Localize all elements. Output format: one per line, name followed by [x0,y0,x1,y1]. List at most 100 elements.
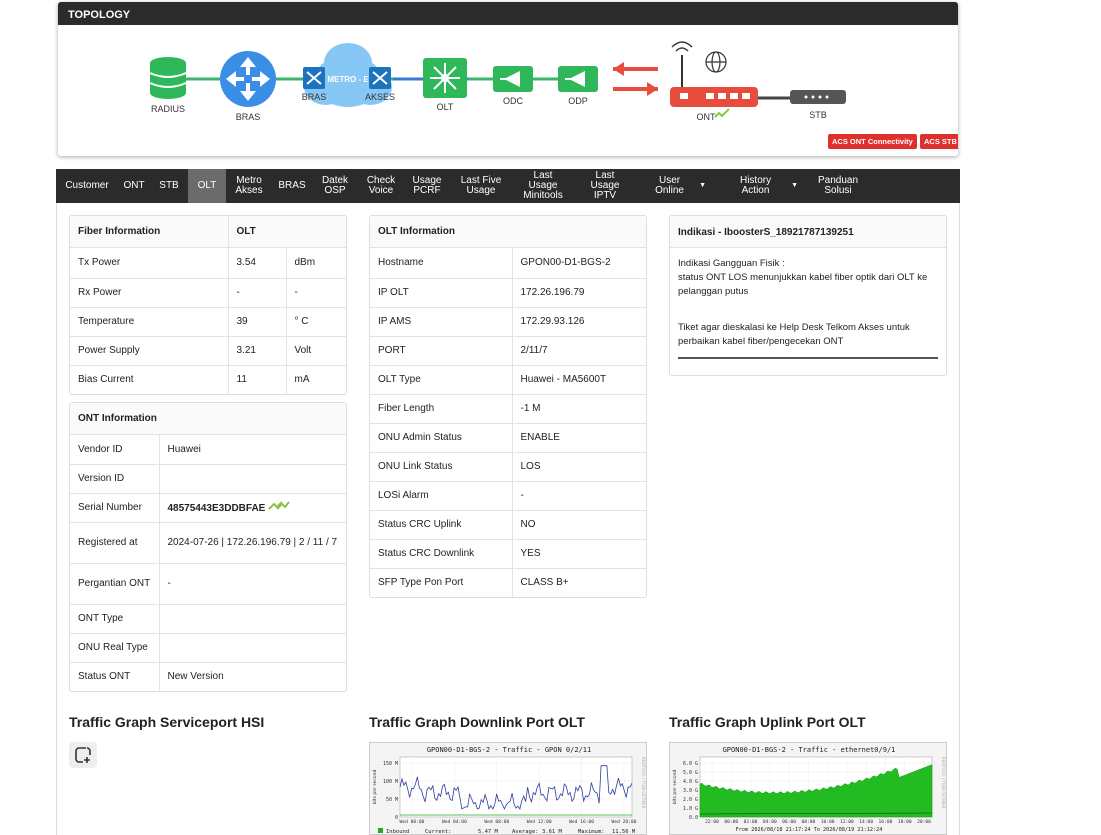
olt-field-value: CLASS B+ [511,568,646,597]
traffic-uplink-title: Traffic Graph Uplink Port OLT [669,714,866,730]
graph-legend-text: 11.56 M [612,829,636,835]
ont-router-icon [670,41,758,107]
table-row: OLT Type Huawei - MA5600T [370,365,646,395]
nav-item-label: Datek OSP [321,175,349,196]
ont-field-label: Vendor ID [70,435,159,465]
indikasi-line-2: status ONT LOS menunjukkan kabel fiber o… [678,272,928,297]
fiber-field-value: 3.54 [227,247,286,279]
table-row: ONU Admin Status ENABLE [370,423,646,453]
nav-item-panduan-solusi[interactable]: Panduan Solusi [808,169,868,203]
acs-ont-connectivity-button[interactable]: ACS ONT Connectivity [828,134,917,149]
graph-side-label: RRDTOOL / TOBI OETIKER [641,757,646,809]
olt-field-value: -1 M [511,394,646,424]
nav-item-ont[interactable]: ONT [118,169,150,203]
ont-field-text: - [167,578,171,589]
traffic-hsi-title: Traffic Graph Serviceport HSI [69,714,265,730]
graph-y-tick: 0 [395,815,398,821]
nav-item-label: User Online [655,175,684,196]
table-row: Fiber Length -1 M [370,394,646,424]
chevron-down-icon: ▼ [791,182,798,189]
graph-y-tick: 4.0 G [683,779,698,785]
fiber-field-value: 11 [227,365,286,394]
radius-icon [149,57,187,99]
table-row: IP OLT 172.26.196.79 [370,278,646,308]
olt-information-title: OLT Information [370,216,646,248]
olt-field-value: 172.26.196.79 [511,278,646,308]
ont-field-label: ONU Real Type [70,633,159,663]
olt-field-value: LOS [511,452,646,482]
graph-title: GPON00-D1-BGS-2 - Traffic - ethernet0/9/… [723,746,896,754]
fiber-field-label: Power Supply [70,336,228,366]
nav-item-usage-pcrf[interactable]: Usage PCRF [404,169,450,203]
graph-x-tick: 20:00 [917,819,931,825]
olt-field-label: IP OLT [370,278,512,308]
ont-field-value: 48575443E3DDBFAE [158,493,346,523]
table-row: SFP Type Pon Port CLASS B+ [370,568,646,597]
ont-field-value: New Version [158,662,346,691]
table-row: Status ONT New Version [70,662,346,691]
fiber-field-label: Rx Power [70,278,228,308]
table-row: ONU Real Type [70,633,346,663]
nav-item-stb[interactable]: STB [150,169,188,203]
connection-arrows-icon [613,62,658,96]
olt-field-value: Huawei - MA5600T [511,365,646,395]
ont-status-check-icon [714,108,730,118]
olt-field-label: ONU Link Status [370,452,512,482]
graph-y-tick: 1.0 G [683,806,698,812]
olt-field-value: - [511,481,646,511]
table-row: Status CRC Uplink NO [370,510,646,540]
graph-y-tick: 2.0 G [683,797,698,803]
nav-item-last-usage-iptv[interactable]: Last Usage IPTV [574,169,636,203]
graph-footer: From 2026/08/18 21:17:24 To 2026/08/19 2… [736,827,883,833]
bras-label: BRAS [236,112,261,122]
table-row: Pergantian ONT - [70,563,346,605]
nav-item-label: Metro Akses [235,175,263,196]
main-nav: Customer ONT STB OLT Metro Akses BRAS Datek OS… [56,169,960,203]
olt-field-label: Status CRC Uplink [370,510,512,540]
bras-switch-label: BRAS [302,92,327,102]
table-row: Power Supply 3.21 Volt [70,336,346,366]
traffic-downlink-title: Traffic Graph Downlink Port OLT [369,714,585,730]
stb-label: STB [809,110,827,120]
table-row: Bias Current 11 mA [70,365,346,394]
nav-item-metro-akses[interactable]: Metro Akses [226,169,272,203]
nav-item-last-five-usage[interactable]: Last Five Usage [450,169,512,203]
graph-legend-text: Maximum: [578,829,605,835]
ont-field-value: Huawei [158,435,346,465]
nav-item-check-voice[interactable]: Check Voice [358,169,404,203]
table-row: Registered at 2024-07-26 | 172.26.196.79 … [70,522,346,564]
graph-y-tick: 6.0 G [683,761,698,767]
brand-check-icon [268,500,291,510]
indikasi-line-3: Tiket agar dieskalasi ke Help Desk Telko… [678,322,910,347]
downlink-traffic-graph: GPON00-D1-BGS-2 - Traffic - GPON 0/2/11 R… [369,742,647,835]
indikasi-line-1: Indikasi Gangguan Fisik : [678,258,785,269]
uplink-traffic-graph: GPON00-D1-BGS-2 - Traffic - ethernet0/9/… [669,742,947,835]
graph-legend-text: 3.61 M [542,829,563,835]
nav-item-bras[interactable]: BRAS [272,169,312,203]
svg-text:METRO - E: METRO - E [327,75,369,84]
nav-item-datek-osp[interactable]: Datek OSP [312,169,358,203]
olt-field-value: 172.29.93.126 [511,307,646,337]
legend-swatch [378,828,383,833]
ont-table: Vendor ID Huawei Version ID Serial Number 48… [70,435,346,691]
graph-x-tick: Wed 16:00 [569,819,594,825]
radius-label: RADIUS [151,104,185,114]
fiber-header: Fiber Information [70,216,228,248]
nav-item-user-online[interactable]: User Online ▼ [636,169,716,203]
odc-label: ODC [503,96,524,106]
fiber-olt-header: OLT [227,216,346,248]
add-graph-icon[interactable] [69,742,97,768]
graph-x-tick: 16:00 [879,819,893,825]
olt-label: OLT [437,102,454,112]
nav-item-customer[interactable]: Customer [56,169,118,203]
graph-x-tick: 22:00 [705,819,719,825]
nav-item-history-action[interactable]: History Action ▼ [716,169,808,203]
olt-table: OLT Information Hostname GPON00-D1-BGS-2 I… [370,216,646,597]
fiber-field-value: - [227,278,286,308]
olt-field-value: ENABLE [511,423,646,453]
fiber-field-unit: ° C [285,307,346,337]
nav-item-olt[interactable]: OLT [188,169,226,203]
fiber-information-panel: Fiber Information OLT Tx Power 3.54 dBm Rx … [69,215,347,395]
nav-item-last-usage-minitools[interactable]: Last Usage Minitools [512,169,574,203]
acs-stb-connectivity-button[interactable]: ACS STB Connectivity [920,134,958,149]
